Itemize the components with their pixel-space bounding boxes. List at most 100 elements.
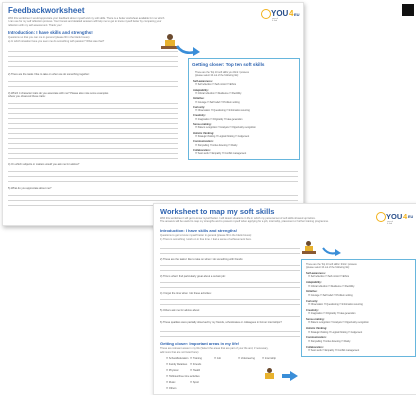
- answer-line[interactable]: [160, 331, 300, 332]
- answer-line[interactable]: [160, 304, 300, 305]
- skill-checkbox-row[interactable]: ☐ Pattern recognition ☐ Analysis ☐ Oppor…: [308, 321, 369, 324]
- life-area-checkbox[interactable]: ☐ Sport: [190, 381, 199, 384]
- life-area-checkbox[interactable]: ☐ Hobbies/Free time activities: [166, 375, 200, 378]
- answer-line[interactable]: [160, 253, 300, 254]
- answer-line[interactable]: [8, 81, 178, 82]
- skill-checkbox-row[interactable]: ☐ Imagination ☐ Originality ☐ Idea gener…: [195, 118, 242, 121]
- logo-ring-icon: [261, 9, 271, 19]
- page-title: Worksheet to map my soft skills: [160, 207, 275, 216]
- question-4: 4) On which subjects or matters would yo…: [8, 163, 80, 166]
- answer-line[interactable]: [8, 176, 298, 177]
- question-5: 5) What do you appreciate about me?: [8, 187, 52, 190]
- section-heading: Getting closer: Important areas in my li…: [160, 341, 240, 346]
- panel-intro: These are the Top 10 soft skills you thi…: [195, 71, 249, 77]
- life-area-checkbox[interactable]: ☐ School/Education: [166, 357, 188, 360]
- panel-title: Getting closer: Top ten soft skills: [192, 62, 265, 67]
- soft-skills-worksheet-page: Worksheet to map my soft skills YOU 4 EU…: [153, 203, 416, 395]
- life-area-checkbox[interactable]: ☐ Training: [190, 357, 202, 360]
- soft-skills-panel: Getting closer: Top ten soft skills Thes…: [188, 58, 300, 160]
- logo-eu: EU: [408, 215, 414, 219]
- answer-line[interactable]: [8, 181, 298, 182]
- skill-checkbox-row[interactable]: ☐ Team work ☐ Empathy ☐ Conflict managem…: [308, 349, 359, 352]
- skill-checkbox-row[interactable]: ☐ Observation ☐ Questioning ☐ Informatio…: [308, 303, 363, 306]
- section-subtext: Questions to get to know myself better i…: [160, 234, 252, 237]
- logo-ring-icon: [376, 212, 386, 222]
- answer-line[interactable]: [160, 270, 300, 271]
- life-area-checkbox[interactable]: ☐ Volunteering: [238, 357, 255, 360]
- life-area-checkbox[interactable]: ☐ Internship: [262, 357, 276, 360]
- life-area-checkbox[interactable]: ☐ Family Relatives: [166, 363, 187, 366]
- answer-line[interactable]: [160, 287, 300, 288]
- life-area-checkbox[interactable]: ☐ Job: [214, 357, 221, 360]
- answer-line[interactable]: [8, 148, 178, 149]
- answer-line[interactable]: [160, 336, 300, 337]
- panel-intro: These are the Top 10 soft skills I think…: [306, 263, 357, 269]
- answer-line[interactable]: [8, 200, 298, 201]
- skill-checkbox-row[interactable]: ☐ Critical reflection ☐ Resilience ☐ Fle…: [195, 92, 241, 95]
- person-reading-icon: [264, 368, 276, 380]
- question-1: 1) There is something I work on in free …: [160, 238, 252, 241]
- answer-line[interactable]: [160, 248, 300, 249]
- logo-eu: EU: [294, 12, 300, 17]
- answer-line[interactable]: [160, 316, 300, 317]
- section-heading: Introduction: I have skills and strength…: [160, 228, 238, 233]
- answer-line[interactable]: [8, 86, 178, 87]
- answer-line[interactable]: [8, 158, 178, 159]
- answer-line[interactable]: [160, 299, 300, 300]
- skill-checkbox-row[interactable]: ☐ Team work ☐ Empathy ☐ Conflict managem…: [195, 152, 246, 155]
- skill-checkbox-row[interactable]: ☐ Imagination ☐ Originality ☐ Idea gener…: [308, 312, 355, 315]
- answer-line[interactable]: [8, 66, 178, 67]
- soft-skills-panel: These are the Top 10 soft skills I think…: [301, 259, 416, 357]
- arrow-right-icon: [175, 45, 200, 56]
- skill-checkbox-row[interactable]: ☐ Storytelling ☐ Active listening ☐ Clar…: [308, 340, 350, 343]
- feedback-worksheet-page: Feedbackworksheet YOU 4 EU search & find…: [2, 2, 304, 226]
- answer-line[interactable]: [8, 108, 178, 109]
- answer-line[interactable]: [8, 138, 178, 139]
- intro-text: With this worksheet I will get to know m…: [160, 217, 329, 224]
- question-4: 4) I forget the time when I do these act…: [160, 292, 212, 295]
- person-at-desk-icon: [302, 241, 316, 255]
- life-area-checkbox[interactable]: ☐ Others: [166, 387, 176, 390]
- logo-you: YOU: [271, 9, 289, 18]
- answer-line[interactable]: [8, 153, 178, 154]
- answer-line[interactable]: [8, 61, 178, 62]
- answer-line[interactable]: [160, 282, 300, 283]
- arrow-right-icon: [282, 371, 298, 381]
- answer-line[interactable]: [8, 171, 298, 172]
- question-6: 6) These qualities were partially observ…: [160, 321, 282, 324]
- skill-checkbox-row[interactable]: ☐ Courage ☐ Self belief ☐ Problem solvin…: [195, 101, 240, 104]
- question-3: 3) This is what I find particularly grea…: [160, 275, 226, 278]
- skill-checkbox-row[interactable]: ☐ Strategic thinking ☐ Logical thinking …: [308, 331, 362, 334]
- answer-line[interactable]: [8, 128, 178, 129]
- answer-line[interactable]: [8, 56, 178, 57]
- skill-checkbox-row[interactable]: ☐ Courage ☐ Self belief ☐ Problem solvin…: [308, 294, 353, 297]
- answer-line[interactable]: [8, 51, 178, 52]
- answer-line[interactable]: [160, 265, 300, 266]
- question-2: 2) These are the tasks I like to take on…: [160, 258, 244, 261]
- life-area-checkbox[interactable]: ☐ Health: [190, 369, 200, 372]
- logo-four: 4: [289, 9, 294, 18]
- life-area-checkbox[interactable]: ☐ Music: [166, 381, 175, 384]
- section-subtext: Questions so that you can me in general …: [8, 36, 91, 39]
- arrow-right-icon: [322, 247, 341, 256]
- skill-checkbox-row[interactable]: ☐ Observation ☐ Questioning ☐ Informatio…: [195, 109, 250, 112]
- answer-line[interactable]: [8, 123, 178, 124]
- skill-checkbox-row[interactable]: ☐ Pattern recognition ☐ Analysis ☐ Oppor…: [195, 126, 256, 129]
- answer-line[interactable]: [8, 118, 178, 119]
- logo-you: YOU: [386, 212, 403, 221]
- life-area-checkbox[interactable]: ☐ Friends: [190, 363, 201, 366]
- skill-checkbox-row[interactable]: ☐ Storytelling ☐ Active listening ☐ Clar…: [195, 144, 237, 147]
- skill-checkbox-row[interactable]: ☐ Strategic thinking ☐ Logical thinking …: [195, 135, 249, 138]
- skill-checkbox-row[interactable]: ☐ Self reflection ☐ Self control ☐ Ethic…: [308, 275, 349, 278]
- skill-checkbox-row[interactable]: ☐ Self reflection ☐ Self control ☐ Ethic…: [195, 83, 236, 86]
- answer-line[interactable]: [8, 143, 178, 144]
- question-2: 2) There are the tasks I like to take on…: [8, 73, 90, 76]
- answer-line[interactable]: [8, 103, 178, 104]
- life-area-checkbox[interactable]: ☐ Physical: [166, 369, 178, 372]
- intro-text: With this worksheet I would appreciate y…: [8, 17, 165, 27]
- skill-checkbox-row[interactable]: ☐ Critical reflection ☐ Resilience ☐ Fle…: [308, 285, 354, 288]
- logo-tagline: search & find: [387, 221, 394, 225]
- answer-line[interactable]: [8, 113, 178, 114]
- answer-line[interactable]: [8, 195, 298, 196]
- answer-line[interactable]: [8, 133, 178, 134]
